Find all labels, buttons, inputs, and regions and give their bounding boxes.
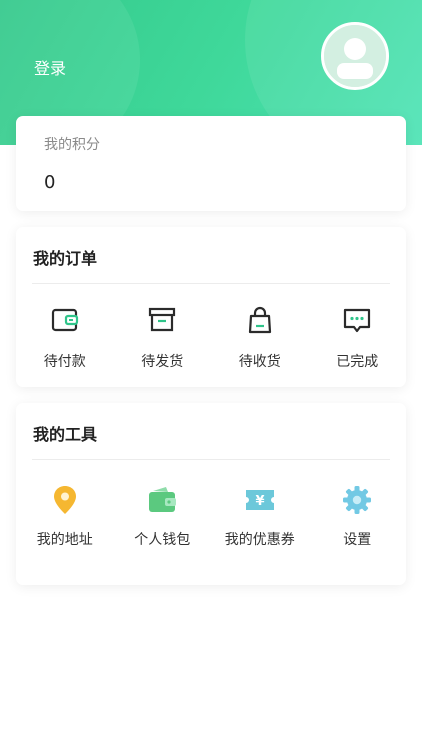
location-pin-icon — [48, 483, 82, 517]
orders-grid: 待付款 待发货 待收货 已完成 — [16, 303, 406, 371]
tool-item-label: 我的地址 — [36, 532, 93, 548]
points-label: 我的积分 — [44, 137, 100, 153]
coupon-icon: ¥ — [243, 483, 277, 517]
order-item-label: 待付款 — [43, 354, 86, 370]
points-value: 0 — [44, 172, 56, 193]
tools-card: 我的工具 我的地址 个人钱包 ¥ 我的优惠券 设置 — [16, 403, 406, 585]
chat-dots-icon — [340, 303, 374, 337]
tool-settings[interactable]: 设置 — [309, 483, 407, 549]
tool-personal-wallet[interactable]: 个人钱包 — [114, 483, 212, 549]
user-avatar-icon — [324, 25, 386, 87]
avatar[interactable] — [321, 22, 389, 90]
orders-card: 我的订单 待付款 待发货 待收货 已完成 — [16, 227, 406, 387]
shopping-bag-icon — [243, 303, 277, 337]
tool-item-label: 设置 — [343, 532, 372, 548]
order-pending-receipt[interactable]: 待收货 — [211, 303, 309, 371]
wallet-icon — [145, 483, 179, 517]
order-item-label: 已完成 — [336, 354, 379, 370]
tool-my-coupons[interactable]: ¥ 我的优惠券 — [211, 483, 309, 549]
tool-item-label: 我的优惠券 — [224, 532, 295, 548]
orders-title: 我的订单 — [33, 249, 98, 268]
divider — [32, 459, 390, 460]
tools-grid: 我的地址 个人钱包 ¥ 我的优惠券 设置 — [16, 483, 406, 549]
order-pending-payment[interactable]: 待付款 — [16, 303, 114, 371]
gear-icon — [340, 483, 374, 517]
order-item-label: 待收货 — [238, 354, 281, 370]
tool-item-label: 个人钱包 — [134, 532, 191, 548]
order-completed[interactable]: 已完成 — [309, 303, 407, 371]
tools-title: 我的工具 — [33, 425, 98, 444]
order-item-label: 待发货 — [141, 354, 184, 370]
tool-my-address[interactable]: 我的地址 — [16, 483, 114, 549]
divider — [32, 283, 390, 284]
order-pending-shipment[interactable]: 待发货 — [114, 303, 212, 371]
wallet-icon — [48, 303, 82, 337]
points-card[interactable]: 我的积分 0 — [16, 116, 406, 211]
box-icon — [145, 303, 179, 337]
svg-text:¥: ¥ — [255, 494, 264, 509]
login-link[interactable]: 登录 — [34, 55, 66, 79]
